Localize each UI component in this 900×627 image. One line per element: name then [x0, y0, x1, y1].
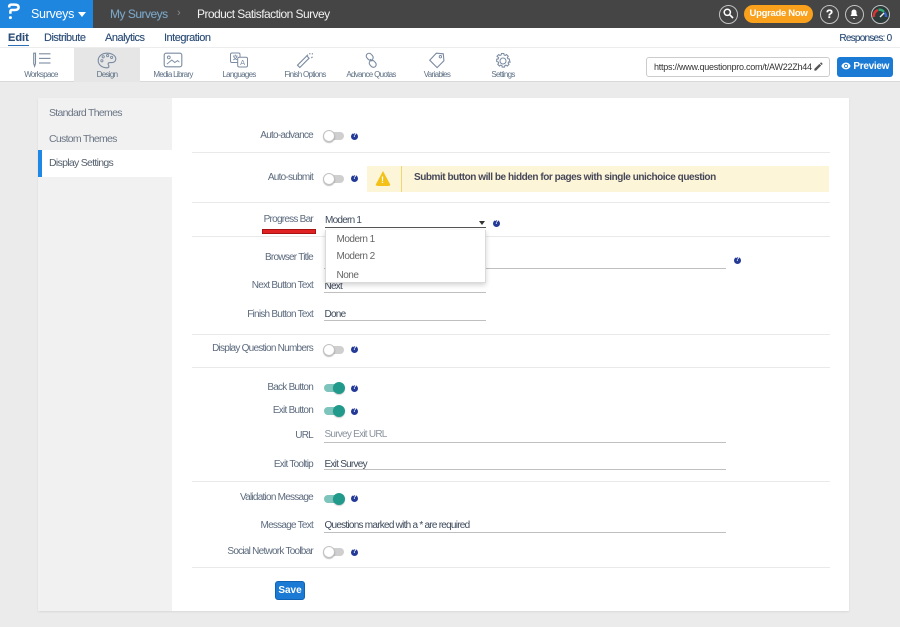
svg-text:A: A: [240, 58, 245, 67]
